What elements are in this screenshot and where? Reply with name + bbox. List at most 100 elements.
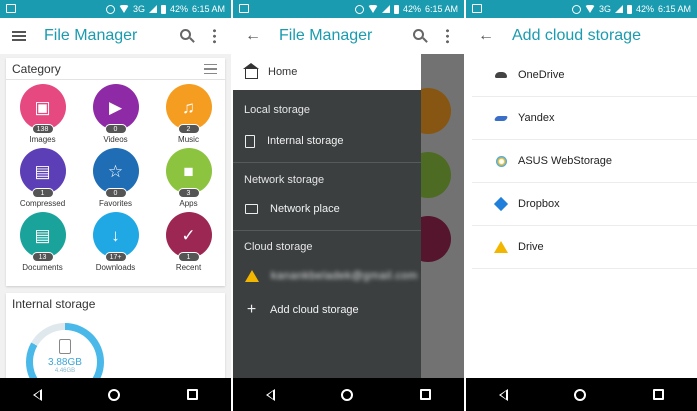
category-count-badge: 138 bbox=[31, 124, 54, 134]
video-icon: ▶ bbox=[108, 97, 123, 117]
hamburger-menu-icon[interactable] bbox=[12, 31, 26, 41]
category-count-badge: 2 bbox=[177, 124, 200, 134]
network-type: 3G bbox=[132, 4, 145, 14]
back-nav-icon[interactable] bbox=[499, 388, 509, 401]
cloud-service-google-drive[interactable]: Drive bbox=[472, 226, 697, 269]
page-title: Add cloud storage bbox=[512, 27, 641, 44]
search-icon[interactable] bbox=[413, 29, 424, 40]
cloud-service-dropbox[interactable]: Dropbox bbox=[472, 183, 697, 226]
app-bar: ← Add cloud storage bbox=[466, 18, 697, 54]
category-android[interactable]: ■ 3 Apps bbox=[152, 148, 225, 212]
home-nav-icon[interactable] bbox=[574, 388, 587, 401]
home-nav-icon[interactable] bbox=[108, 388, 121, 401]
category-grid: ▣ 138 Images ▶ 0 Videos ♫ 2 Music ▤ 1 Compressed ☆ 0 F… bbox=[6, 84, 225, 276]
back-arrow-icon[interactable]: ← bbox=[245, 27, 261, 45]
battery-level: 42% bbox=[169, 4, 188, 14]
image-icon: ▣ bbox=[34, 97, 51, 117]
asus-webstorage-icon bbox=[495, 155, 507, 167]
category-download[interactable]: ↓ 17+ Downloads bbox=[79, 212, 152, 276]
navigation-drawer: Home Local storage Internal storage Netw… bbox=[233, 54, 421, 378]
recents-nav-icon[interactable] bbox=[186, 389, 198, 400]
navigation-drawer-screen: 42% 6:15 AM ← File Manager Home Local st… bbox=[233, 0, 464, 411]
category-clock[interactable]: ✓ 1 Recent bbox=[152, 212, 225, 276]
plus-icon: + bbox=[246, 301, 257, 318]
category-label: Images bbox=[29, 135, 56, 144]
cloud-service-onedrive[interactable]: OneDrive bbox=[472, 54, 697, 97]
cloud-service-label: OneDrive bbox=[518, 69, 565, 81]
wifi-icon bbox=[584, 5, 595, 13]
category-header: Category bbox=[6, 58, 225, 80]
search-icon[interactable] bbox=[180, 29, 191, 40]
category-star[interactable]: ☆ 0 Favorites bbox=[79, 148, 152, 212]
category-archive[interactable]: ▤ 1 Compressed bbox=[6, 148, 79, 212]
overflow-menu-icon[interactable] bbox=[446, 28, 449, 44]
drawer-item-add-cloud-storage[interactable]: + Add cloud storage bbox=[233, 295, 421, 325]
overflow-menu-icon[interactable] bbox=[213, 28, 216, 44]
cloud-storage-header: Cloud storage bbox=[244, 241, 313, 253]
back-nav-icon[interactable] bbox=[33, 388, 43, 401]
list-view-icon[interactable] bbox=[204, 64, 217, 74]
cloud-service-label: ASUS WebStorage bbox=[518, 155, 612, 167]
clock: 6:15 AM bbox=[657, 4, 691, 14]
category-label: Apps bbox=[179, 199, 198, 208]
cloud-service-yandex[interactable]: Yandex bbox=[472, 97, 697, 140]
sync-icon bbox=[571, 4, 581, 14]
navigation-bar bbox=[466, 378, 697, 411]
category-count-badge: 3 bbox=[177, 188, 200, 198]
drawer-item-home[interactable]: Home bbox=[233, 54, 421, 90]
category-title: Category bbox=[12, 62, 61, 76]
category-card: Category ▣ 138 Images ▶ 0 Videos ♫ 2 Music ▤ 1 Comp… bbox=[6, 58, 225, 286]
sd-card-icon bbox=[245, 134, 255, 148]
drawer-item-label: Network place bbox=[270, 203, 340, 215]
internal-storage-title: Internal storage bbox=[12, 297, 96, 311]
drawer-item-internal-storage[interactable]: Internal storage bbox=[233, 126, 421, 156]
wifi-icon bbox=[367, 5, 378, 13]
onedrive-icon bbox=[495, 72, 507, 78]
local-storage-header: Local storage bbox=[244, 104, 311, 116]
clock: 6:15 AM bbox=[191, 4, 225, 14]
drawer-item-label: Add cloud storage bbox=[270, 304, 359, 316]
sync-icon bbox=[105, 4, 115, 14]
photo-notification-icon bbox=[472, 4, 482, 13]
dropbox-icon bbox=[493, 196, 509, 212]
battery-icon bbox=[393, 4, 399, 14]
storage-used: 3.88GB bbox=[48, 357, 82, 368]
clock-icon: ✓ bbox=[181, 225, 196, 245]
category-image[interactable]: ▣ 138 Images bbox=[6, 84, 79, 148]
category-video[interactable]: ▶ 0 Videos bbox=[79, 84, 152, 148]
sync-icon bbox=[354, 4, 364, 14]
app-bar: ← File Manager bbox=[233, 18, 464, 54]
network-place-icon bbox=[245, 204, 258, 214]
back-nav-icon[interactable] bbox=[266, 388, 276, 401]
category-document[interactable]: ▤ 13 Documents bbox=[6, 212, 79, 276]
cloud-service-label: Drive bbox=[518, 241, 544, 253]
navigation-bar bbox=[233, 378, 464, 411]
home-nav-icon[interactable] bbox=[341, 388, 354, 401]
drawer-item-google-account[interactable]: kanankbeladek@gmail.com bbox=[233, 261, 421, 291]
category-music[interactable]: ♫ 2 Music bbox=[152, 84, 225, 148]
phone-storage-icon bbox=[59, 339, 71, 354]
storage-total: 4.46GB bbox=[54, 368, 76, 374]
recents-nav-icon[interactable] bbox=[419, 389, 431, 400]
cloud-service-asus-webstorage[interactable]: ASUS WebStorage bbox=[472, 140, 697, 183]
battery-icon bbox=[626, 4, 632, 14]
category-label: Compressed bbox=[19, 199, 66, 208]
cloud-service-label: Dropbox bbox=[518, 198, 560, 210]
signal-icon bbox=[148, 5, 157, 13]
drawer-item-network-place[interactable]: Network place bbox=[233, 194, 421, 224]
network-type: 3G bbox=[598, 4, 611, 14]
category-count-badge: 1 bbox=[31, 188, 54, 198]
back-arrow-icon[interactable]: ← bbox=[478, 27, 494, 45]
network-storage-header: Network storage bbox=[244, 174, 325, 186]
category-label: Videos bbox=[103, 135, 128, 144]
category-count-badge: 13 bbox=[31, 252, 54, 262]
star-icon: ☆ bbox=[107, 161, 124, 181]
recents-nav-icon[interactable] bbox=[652, 389, 664, 400]
category-label: Favorites bbox=[99, 199, 132, 208]
cloud-service-label: Yandex bbox=[518, 112, 555, 124]
category-label: Downloads bbox=[95, 263, 136, 272]
photo-notification-icon bbox=[6, 4, 16, 13]
google-drive-icon bbox=[245, 270, 259, 282]
file-manager-screen: 3G 42% 6:15 AM File Manager Category ▣ 13… bbox=[0, 0, 231, 411]
signal-icon bbox=[381, 5, 390, 13]
